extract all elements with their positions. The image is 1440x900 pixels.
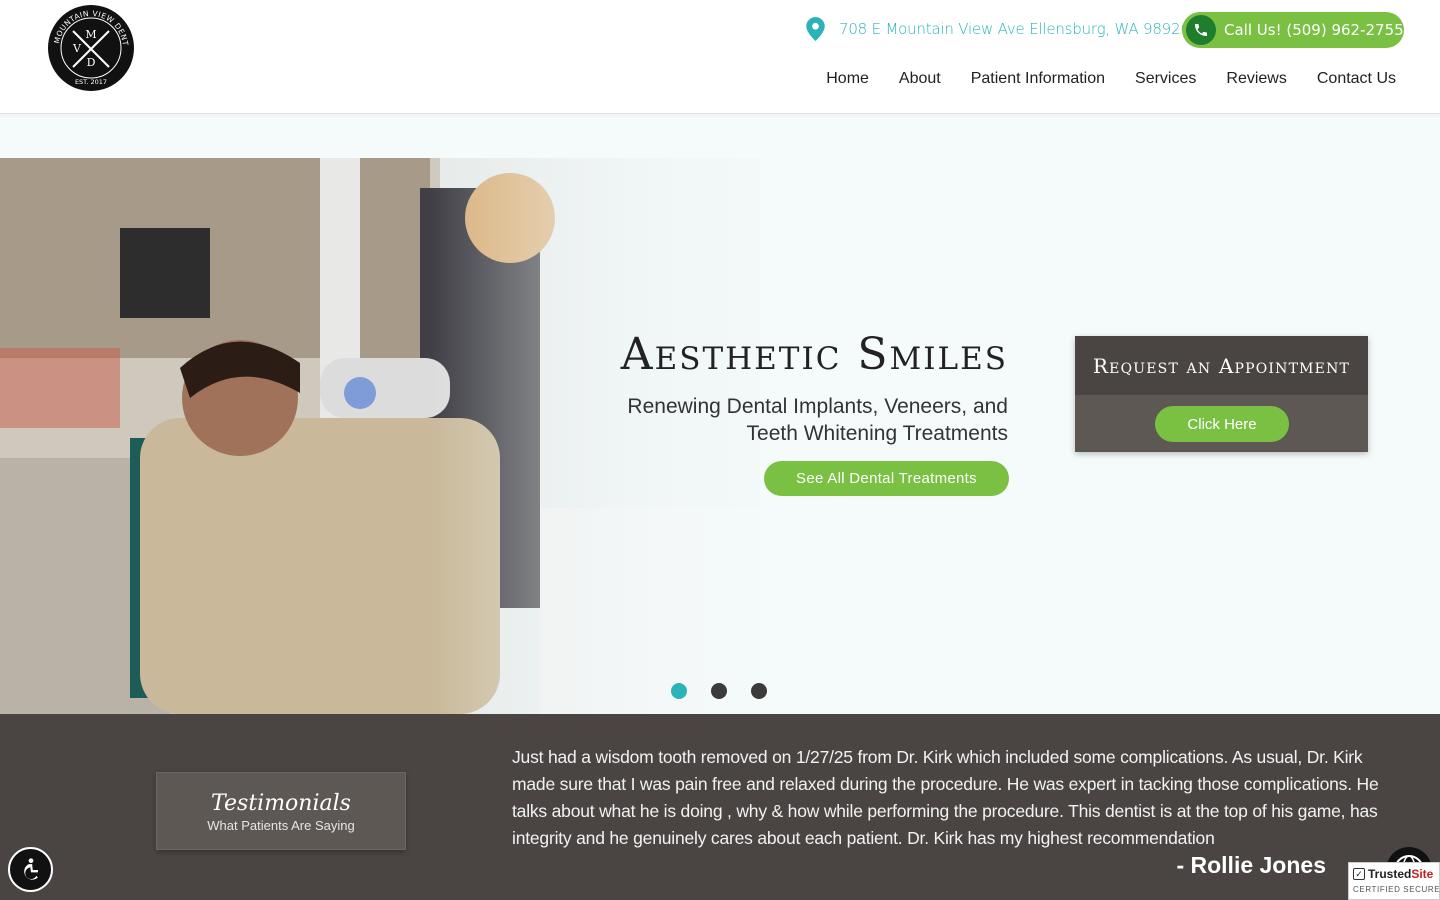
nav-patient-information[interactable]: Patient Information [971, 70, 1105, 88]
trustedsite-tagline: CERTIFIED SECURE [1353, 885, 1440, 894]
slider-dot-1[interactable] [671, 683, 687, 699]
logo[interactable]: MOUNTAIN VIEW DENTAL M V D EST. 2017 [46, 4, 136, 92]
appointment-click-here-button[interactable]: Click Here [1155, 406, 1289, 442]
logo-letter-m: M [85, 28, 96, 41]
testimonials-badge: Testimonials What Patients Are Saying [156, 772, 406, 850]
logo-letter-d: D [87, 56, 96, 69]
nav-services[interactable]: Services [1135, 70, 1196, 88]
slider-dot-3[interactable] [751, 683, 767, 699]
testimonials-subtitle: What Patients Are Saying [207, 818, 355, 833]
hero-slider: Aesthetic Smiles Renewing Dental Implant… [0, 115, 1440, 714]
check-icon: ✓ [1353, 868, 1365, 880]
testimonial-author: - Rollie Jones [1176, 852, 1326, 878]
site-header: MOUNTAIN VIEW DENTAL M V D EST. 2017 708… [0, 0, 1440, 114]
call-button-label: Call Us! (509) 962-2755 [1224, 21, 1404, 39]
hero-subtitle: Renewing Dental Implants, Veneers, and T… [627, 395, 1008, 445]
accessibility-icon [23, 857, 38, 880]
nav-about[interactable]: About [899, 70, 941, 88]
accessibility-button[interactable] [8, 847, 53, 892]
trustedsite-badge[interactable]: ✓ Trusted Site CERTIFIED SECURE [1348, 862, 1440, 900]
slider-dots [671, 683, 767, 699]
nav-home[interactable]: Home [826, 70, 869, 88]
location-pin-icon [806, 17, 825, 41]
phone-icon [1186, 15, 1216, 45]
nav-reviews[interactable]: Reviews [1226, 70, 1286, 88]
main-nav: Home About Patient Information Services … [826, 70, 1396, 88]
slider-dot-2[interactable] [711, 683, 727, 699]
appointment-heading: Request an Appointment [1075, 336, 1368, 395]
logo-est: EST. 2017 [75, 78, 107, 86]
logo-letter-v: V [72, 42, 82, 55]
trustedsite-brand-a: Trusted [1368, 867, 1412, 881]
call-button[interactable]: Call Us! (509) 962-2755 [1182, 12, 1404, 48]
trustedsite-brand: ✓ Trusted Site [1353, 867, 1435, 881]
address-text: 708 E Mountain View Ave Ellensburg, WA 9… [839, 20, 1190, 38]
hero-title: Aesthetic Smiles [620, 329, 1008, 380]
see-all-treatments-button[interactable]: See All Dental Treatments [764, 461, 1009, 496]
testimonials-title: Testimonials [211, 791, 351, 816]
testimonials-section: Testimonials What Patients Are Saying Ju… [0, 714, 1440, 900]
testimonial-quote: Just had a wisdom tooth removed on 1/27/… [512, 747, 1379, 848]
trustedsite-brand-b: Site [1411, 867, 1434, 881]
appointment-card: Request an Appointment Click Here [1075, 336, 1368, 452]
address[interactable]: 708 E Mountain View Ave Ellensburg, WA 9… [806, 16, 1190, 42]
nav-contact-us[interactable]: Contact Us [1317, 70, 1396, 88]
